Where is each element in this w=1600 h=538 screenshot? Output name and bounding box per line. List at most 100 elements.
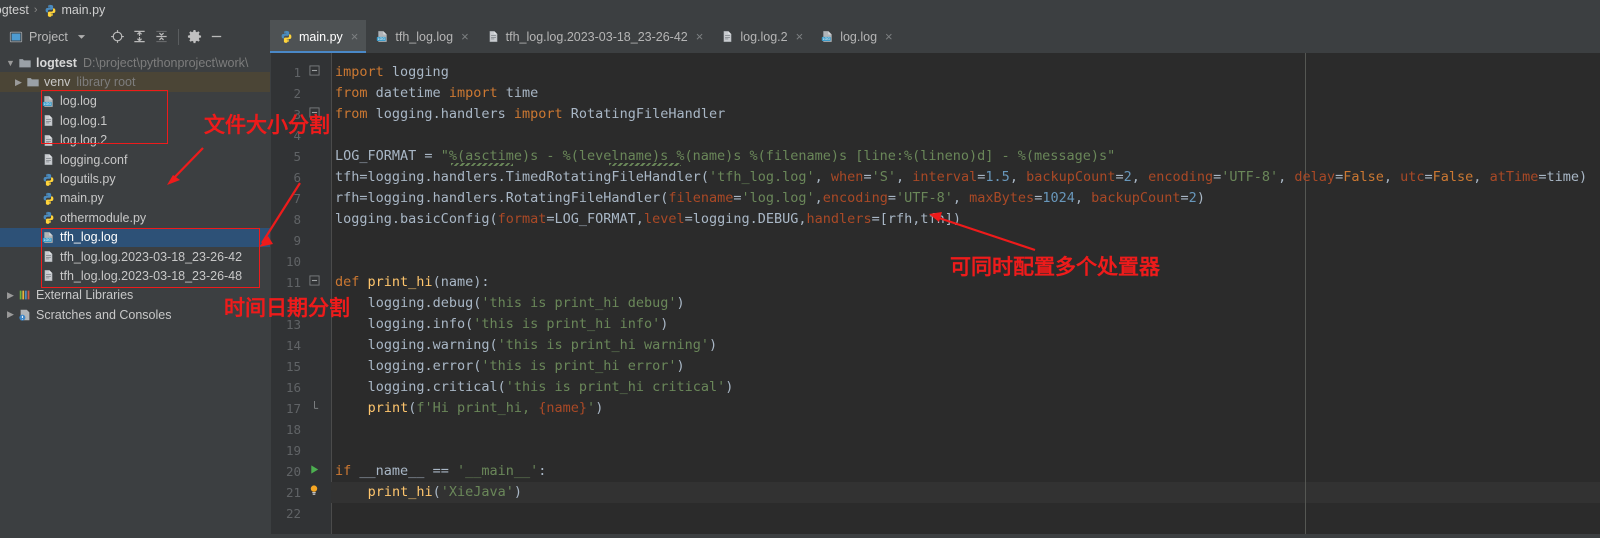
code-line[interactable]: logging.warning('this is print_hi warnin… (335, 335, 717, 356)
editor-bottom-strip (271, 534, 1600, 538)
tree-node-label: logutils.py (60, 172, 116, 186)
tree-node-label: main.py (60, 191, 104, 205)
editor-tab-tfh-log-log-2023-03-18-23-26-42[interactable]: tfh_log.log.2023-03-18_23-26-42 × (477, 20, 712, 53)
editor-tab-main-py[interactable]: main.py × (270, 20, 366, 53)
tree-node-label: tfh_log.log (60, 230, 118, 244)
text-file-icon (41, 268, 56, 283)
hide-window-icon[interactable] (206, 26, 228, 48)
tree-node-sublabel: D:\project\pythonproject\work\ (83, 56, 248, 70)
tree-node-log-log-2[interactable]: log.log.2 (0, 131, 270, 150)
locate-icon[interactable] (107, 26, 129, 48)
close-icon[interactable]: × (351, 29, 359, 44)
editor-tab-tfh-log-log[interactable]: LOG tfh_log.log × (366, 20, 476, 53)
code-line[interactable]: logging.critical('this is print_hi criti… (335, 377, 733, 398)
code-area[interactable]: import loggingfrom datetime import timef… (331, 53, 1600, 538)
top-strip: Project (0, 20, 1600, 53)
log-file-icon: LOG (41, 230, 56, 245)
code-line[interactable]: logging.error('this is print_hi error') (335, 356, 685, 377)
line-number: 14 (271, 335, 301, 356)
fold-collapse-icon[interactable] (303, 272, 325, 293)
line-number: 2 (271, 83, 301, 104)
tree-node-log-log-1[interactable]: log.log.1 (0, 111, 270, 130)
code-line[interactable]: from logging.handlers import RotatingFil… (335, 104, 725, 125)
code-line[interactable]: from datetime import time (335, 83, 538, 104)
text-file-icon (41, 152, 56, 167)
code-line[interactable]: if __name__ == '__main__': (335, 461, 546, 482)
intention-bulb-icon[interactable] (303, 482, 325, 503)
close-icon[interactable]: × (796, 29, 804, 44)
tree-node-label: tfh_log.log.2023-03-18_23-26-48 (60, 269, 242, 283)
fold-end-icon[interactable] (303, 398, 325, 419)
svg-text:LOG: LOG (44, 102, 51, 106)
project-tool-window-button[interactable]: Project (8, 29, 89, 44)
line-number: 7 (271, 188, 301, 209)
chevron-right-icon[interactable]: ▶ (12, 77, 25, 88)
tree-node-label: tfh_log.log.2023-03-18_23-26-42 (60, 250, 242, 264)
code-line[interactable]: def print_hi(name): (335, 272, 490, 293)
line-number: 1 (271, 62, 301, 83)
line-number: 8 (271, 209, 301, 230)
tree-node-tfh-log-log-2023-03-18-23-26-48[interactable]: tfh_log.log.2023-03-18_23-26-48 (0, 266, 270, 285)
chevron-down-icon[interactable] (74, 29, 89, 44)
chevron-down-icon[interactable]: ▼ (4, 58, 17, 68)
code-line[interactable]: logging.basicConfig(format=LOG_FORMAT,le… (335, 209, 961, 230)
code-line[interactable]: logging.info('this is print_hi info') (335, 314, 668, 335)
code-line[interactable]: import logging (335, 62, 449, 83)
library-icon (17, 288, 32, 303)
tree-node-venv[interactable]: ▶venvlibrary root (0, 72, 270, 91)
code-line[interactable]: logging.debug('this is print_hi debug') (335, 293, 685, 314)
code-line[interactable]: rfh=logging.handlers.RotatingFileHandler… (335, 188, 1205, 209)
fold-collapse-icon[interactable] (303, 104, 325, 125)
tree-node-main-py[interactable]: main.py (0, 189, 270, 208)
tree-node-logging-conf[interactable]: logging.conf (0, 150, 270, 169)
fold-collapse-icon[interactable] (303, 62, 325, 83)
close-icon[interactable]: × (461, 29, 469, 44)
close-icon[interactable]: × (885, 29, 893, 44)
editor-tab-log-log[interactable]: LOG log.log × (811, 20, 900, 53)
run-gutter-icon[interactable] (303, 461, 325, 482)
project-tree[interactable]: ▼logtestD:\project\pythonproject\work\ ▶ v… (0, 53, 270, 538)
line-number: 3 (271, 104, 301, 125)
tree-node-scratches-and-consoles[interactable]: ▶ Scratches and Consoles (0, 305, 270, 324)
editor-tab-bar: main.py × LOG tfh_log.log × tfh_log.log.… (270, 20, 1600, 53)
tree-node-label: venv (44, 75, 70, 89)
tree-node-logtest[interactable]: ▼logtestD:\project\pythonproject\work\ (0, 53, 270, 72)
svg-text:LOG: LOG (823, 37, 830, 41)
breadcrumb-file[interactable]: main.py (43, 3, 106, 18)
code-line[interactable]: print_hi('XieJava') (335, 482, 522, 503)
tree-node-tfh-log-log[interactable]: LOG tfh_log.log (0, 228, 270, 247)
log-file-icon: LOG (375, 29, 390, 44)
tab-bar-empty-space (901, 20, 1600, 53)
tree-node-logutils-py[interactable]: logutils.py (0, 169, 270, 188)
line-number: 10 (271, 251, 301, 272)
tree-node-label: Scratches and Consoles (36, 308, 172, 322)
chevron-right-icon[interactable]: ▶ (4, 309, 17, 320)
tree-node-log-log[interactable]: LOGlog.log (0, 92, 270, 111)
tree-node-tfh-log-log-2023-03-18-23-26-42[interactable]: tfh_log.log.2023-03-18_23-26-42 (0, 247, 270, 266)
tab-label: tfh_log.log.2023-03-18_23-26-42 (506, 30, 688, 44)
tab-label: log.log (840, 30, 877, 44)
tree-node-label: log.log.2 (60, 133, 107, 147)
code-line[interactable]: print(f'Hi print_hi, {name}') (335, 398, 603, 419)
tab-label: tfh_log.log (395, 30, 453, 44)
collapse-all-icon[interactable] (151, 26, 173, 48)
project-window-icon (8, 29, 23, 44)
line-number: 18 (271, 419, 301, 440)
tree-node-external-libraries[interactable]: ▶External Libraries (0, 286, 270, 305)
python-file-icon (41, 191, 56, 206)
settings-gear-icon[interactable] (184, 26, 206, 48)
tree-node-label: othermodule.py (60, 211, 146, 225)
expand-all-icon[interactable] (129, 26, 151, 48)
tree-node-othermodule-py[interactable]: othermodule.py (0, 208, 270, 227)
code-line[interactable]: tfh=logging.handlers.TimedRotatingFileHa… (335, 167, 1587, 188)
chevron-right-icon[interactable]: ▶ (4, 290, 17, 301)
text-file-icon (41, 113, 56, 128)
line-number: 11 (271, 272, 301, 293)
editor-tab-log-log-2[interactable]: log.log.2 × (711, 20, 811, 53)
editor-gutter[interactable]: 12345678910111213141516171819202122 (271, 53, 331, 538)
tab-label: main.py (299, 30, 343, 44)
code-editor[interactable]: 12345678910111213141516171819202122 impo… (271, 53, 1600, 538)
project-label: Project (29, 30, 68, 44)
breadcrumb-project[interactable]: logtest (2, 3, 29, 17)
close-icon[interactable]: × (696, 29, 704, 44)
